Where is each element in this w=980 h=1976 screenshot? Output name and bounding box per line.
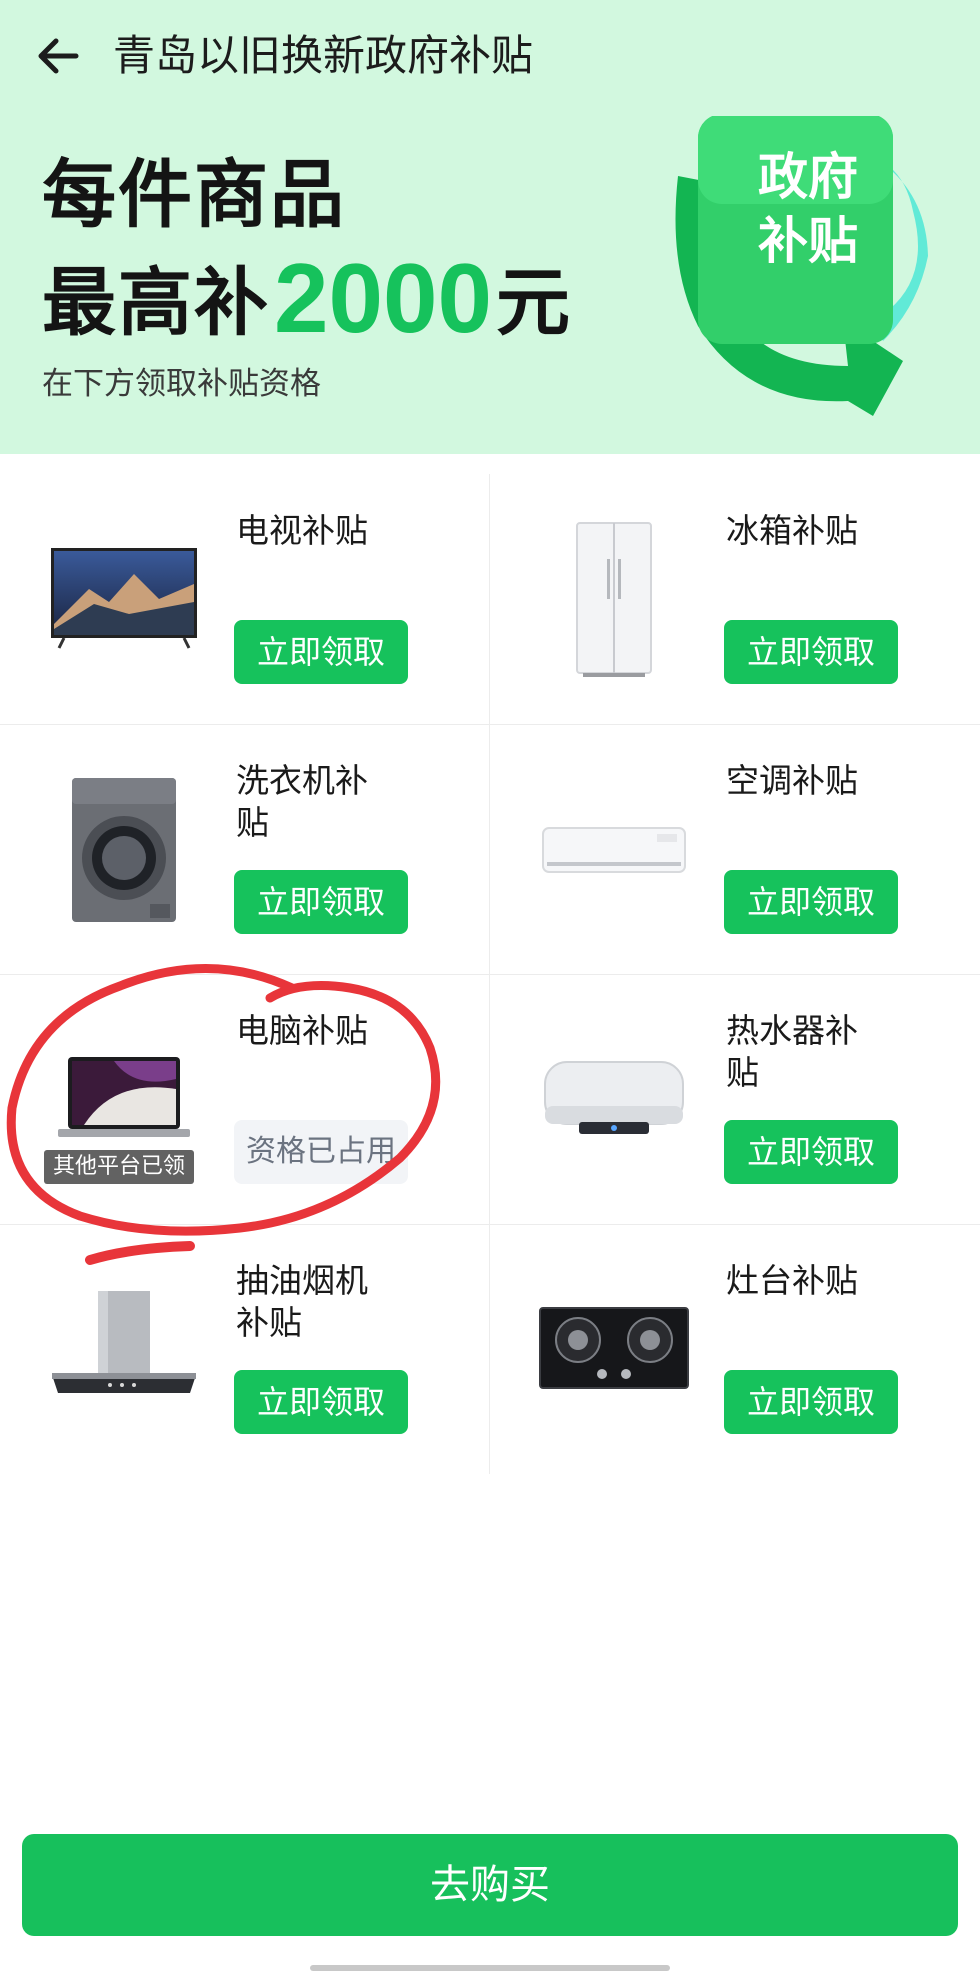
qualification-occupied-tag: 资格已占用 [234, 1120, 408, 1184]
hero-banner: 青岛以旧换新政府补贴 每件商品 最高补2000元 在下方领取补贴资格 政府 补贴 [0, 0, 980, 454]
hero-subtitle: 在下方领取补贴资格 [42, 366, 321, 402]
subsidy-item-washing-machine: 洗衣机补贴 立即领取 [0, 724, 489, 974]
air-conditioner-icon [534, 764, 694, 934]
claim-button-gas-stove[interactable]: 立即领取 [724, 1370, 898, 1434]
item-label: 冰箱补贴 [726, 511, 858, 550]
badge-label: 政府 补贴 [700, 145, 916, 273]
hero-suffix: 元 [496, 260, 573, 346]
hero-prefix: 最高补 [42, 260, 270, 346]
claim-button-washing-machine[interactable]: 立即领取 [234, 870, 408, 934]
page-title: 青岛以旧换新政府补贴 [113, 31, 534, 80]
range-hood-icon [44, 1264, 204, 1434]
washing-machine-icon [44, 764, 204, 934]
fridge-icon [534, 514, 694, 684]
claim-button-fridge[interactable]: 立即领取 [724, 620, 898, 684]
gas-stove-icon [534, 1264, 694, 1434]
hero-amount: 2000 [274, 243, 493, 353]
item-label: 灶台补贴 [726, 1261, 858, 1300]
tv-icon [44, 514, 204, 684]
subsidy-item-gas-stove: 灶台补贴 立即领取 [490, 1224, 979, 1474]
item-label: 空调补贴 [726, 761, 858, 800]
claim-button-air-conditioner[interactable]: 立即领取 [724, 870, 898, 934]
item-label: 电视补贴 [236, 511, 368, 550]
app-root: 青岛以旧换新政府补贴 每件商品 最高补2000元 在下方领取补贴资格 政府 补贴 [0, 0, 980, 1976]
claim-button-tv[interactable]: 立即领取 [234, 620, 408, 684]
subsidy-item-fridge: 冰箱补贴 立即领取 [490, 474, 979, 724]
subsidy-item-tv: 电视补贴 立即领取 [0, 474, 489, 724]
other-platform-claimed-badge: 其他平台已领 [44, 1150, 194, 1184]
back-arrow-icon [38, 38, 79, 74]
item-label: 热水器补贴 [726, 1011, 858, 1092]
subsidy-item-air-conditioner: 空调补贴 立即领取 [490, 724, 979, 974]
subsidy-grid: 电视补贴 立即领取 冰箱补贴 立即领取 洗衣机补贴 立即领取 空调补贴 立即领取… [0, 474, 980, 1474]
hero-headline: 每件商品 [42, 152, 346, 238]
subsidy-item-range-hood: 抽油烟机补贴 立即领取 [0, 1224, 489, 1474]
go-buy-button[interactable]: 去购买 [22, 1834, 958, 1936]
home-indicator [310, 1965, 670, 1971]
subsidy-item-laptop: 其他平台已领 电脑补贴 资格已占用 [0, 974, 489, 1224]
claim-button-water-heater[interactable]: 立即领取 [724, 1120, 898, 1184]
item-label: 电脑补贴 [236, 1011, 368, 1050]
water-heater-icon [534, 1014, 694, 1184]
subsidy-item-water-heater: 热水器补贴 立即领取 [490, 974, 979, 1224]
claim-button-range-hood[interactable]: 立即领取 [234, 1370, 408, 1434]
badge-line-1: 政府 [758, 148, 858, 206]
item-label: 洗衣机补贴 [236, 761, 368, 842]
hero-max-subsidy: 最高补2000元 [42, 248, 572, 353]
badge-line-2: 补贴 [758, 212, 858, 270]
item-label: 抽油烟机补贴 [236, 1261, 368, 1342]
back-button[interactable] [30, 24, 86, 88]
